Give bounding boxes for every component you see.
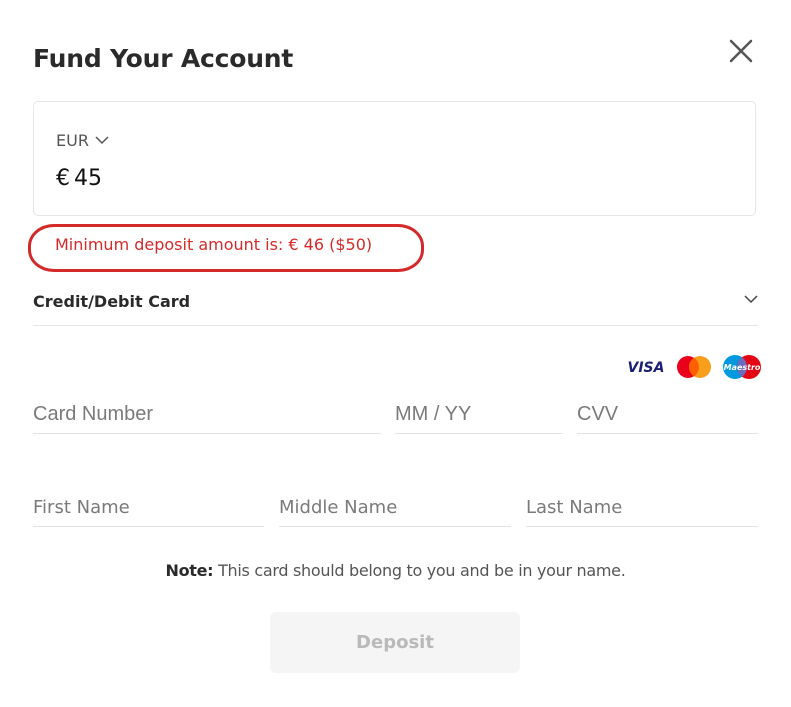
chevron-down-icon <box>744 295 758 304</box>
maestro-logo: Maestro <box>723 355 761 379</box>
note-text: This card should belong to you and be in… <box>213 561 626 580</box>
currency-label: EUR <box>56 131 89 150</box>
last-name-input[interactable] <box>526 488 758 527</box>
amount-field-row: € <box>56 166 274 191</box>
chevron-down-icon <box>95 136 109 145</box>
expiry-input[interactable] <box>395 396 563 434</box>
card-number-input[interactable] <box>33 396 381 434</box>
ownership-note: Note: This card should belong to you and… <box>0 561 791 580</box>
first-name-input[interactable] <box>33 488 264 527</box>
mastercard-logo <box>677 356 711 378</box>
visa-logo-text: VISA <box>628 360 665 375</box>
amount-panel: EUR € <box>33 101 756 216</box>
cvv-input[interactable] <box>577 396 758 434</box>
currency-symbol: € <box>56 166 70 191</box>
middle-name-input[interactable] <box>279 488 511 527</box>
note-label: Note: <box>165 561 214 580</box>
minimum-deposit-error: Minimum deposit amount is: € 46 ($50) <box>55 235 373 254</box>
close-icon <box>729 39 753 63</box>
currency-select[interactable]: EUR <box>56 131 109 150</box>
card-brand-logos: VISA Maestro <box>626 354 762 380</box>
dialog-title: Fund Your Account <box>33 44 294 73</box>
deposit-button[interactable]: Deposit <box>270 612 520 673</box>
amount-input[interactable] <box>74 166 274 191</box>
maestro-logo-text: Maestro <box>724 363 761 372</box>
visa-logo: VISA <box>628 360 665 375</box>
payment-method-select[interactable]: Credit/Debit Card <box>33 283 758 326</box>
close-button[interactable] <box>726 36 756 66</box>
payment-method-label: Credit/Debit Card <box>33 292 191 311</box>
fund-account-dialog: Fund Your Account EUR € Minimum deposit … <box>0 0 791 707</box>
